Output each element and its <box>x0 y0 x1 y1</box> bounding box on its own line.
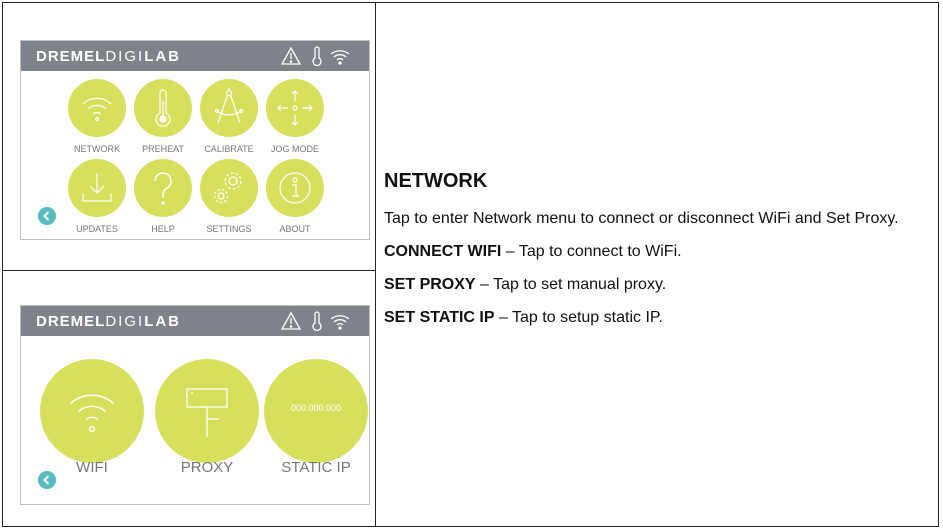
warning-icon[interactable] <box>281 311 302 330</box>
static-ip-button[interactable]: 000.000.000 <box>264 359 368 463</box>
chevron-left-icon <box>43 211 50 221</box>
description-term: SET STATIC IP <box>384 309 495 326</box>
updates-button[interactable] <box>68 159 126 217</box>
jog-mode-label: JOG MODE <box>270 144 319 154</box>
calibrate-button[interactable] <box>200 79 258 137</box>
description-term: SET PROXY <box>384 276 476 293</box>
brand-part-lab: LAB <box>144 313 182 330</box>
info-icon <box>279 172 311 204</box>
description-line: SET STATIC IP – Tap to setup static IP. <box>384 306 934 330</box>
title-bar: DREMELDIGILAB <box>21 306 369 336</box>
thermometer-icon <box>155 89 171 127</box>
back-button[interactable] <box>38 471 56 489</box>
chevron-left-icon <box>43 475 50 485</box>
help-button[interactable] <box>134 159 192 217</box>
ip-address-value: 000.000.000 <box>290 403 342 413</box>
network-button[interactable] <box>68 79 126 137</box>
brand-part-digi: DIGI <box>105 313 145 330</box>
description-text: – Tap to set manual proxy. <box>475 276 667 293</box>
title-bar: DREMELDIGILAB <box>21 41 369 71</box>
thermometer-icon[interactable] <box>312 311 322 331</box>
compass-icon <box>214 88 244 124</box>
brand-part-dremel: DREMEL <box>36 313 106 330</box>
description-term: CONNECT WIFI <box>384 243 502 260</box>
section-intro: Tap to enter Network menu to connect or … <box>384 210 899 227</box>
status-icons <box>281 46 359 66</box>
jog-mode-button[interactable] <box>266 79 324 137</box>
wifi-icon <box>82 97 112 122</box>
brand-part-lab: LAB <box>144 48 182 65</box>
description-panel: NETWORK Tap to enter Network menu to con… <box>384 170 934 339</box>
about-label: ABOUT <box>279 224 311 234</box>
about-button[interactable] <box>266 159 324 217</box>
proxy-label: PROXY <box>180 459 234 476</box>
wifi-icon <box>69 394 115 433</box>
proxy-icon <box>186 388 228 437</box>
description-text: – Tap to connect to WiFi. <box>501 243 682 260</box>
row-divider <box>2 270 376 271</box>
column-divider <box>375 2 376 527</box>
wifi-icon[interactable] <box>330 315 350 330</box>
status-icons <box>281 311 359 331</box>
back-button[interactable] <box>38 207 56 225</box>
question-icon <box>154 172 172 205</box>
static-ip-label: STATIC IP <box>281 459 351 476</box>
description-line: CONNECT WIFI – Tap to connect to WiFi. <box>384 240 934 264</box>
gears-icon <box>213 172 242 204</box>
brand-logo: DREMELDIGILAB <box>36 313 181 330</box>
main-menu-screen: DREMELDIGILAB NETWORK PREHEAT CALIBRATE … <box>20 40 370 240</box>
download-icon <box>82 173 112 202</box>
brand-logo: DREMELDIGILAB <box>36 48 181 65</box>
wifi-icon[interactable] <box>330 50 350 65</box>
description-text: – Tap to setup static IP. <box>494 309 663 326</box>
proxy-button[interactable] <box>155 359 259 463</box>
settings-button[interactable] <box>200 159 258 217</box>
brand-part-digi: DIGI <box>105 48 145 65</box>
move-arrows-icon <box>277 90 313 126</box>
wifi-button[interactable] <box>40 359 144 463</box>
thermometer-icon[interactable] <box>312 46 322 66</box>
warning-icon[interactable] <box>281 46 302 65</box>
network-menu-screen: DREMELDIGILAB WIFI PROXY 000.000.000 STA… <box>20 305 370 505</box>
preheat-button[interactable] <box>134 79 192 137</box>
description-line: SET PROXY – Tap to set manual proxy. <box>384 273 934 297</box>
brand-part-dremel: DREMEL <box>36 48 106 65</box>
section-heading: NETWORK <box>384 170 488 192</box>
